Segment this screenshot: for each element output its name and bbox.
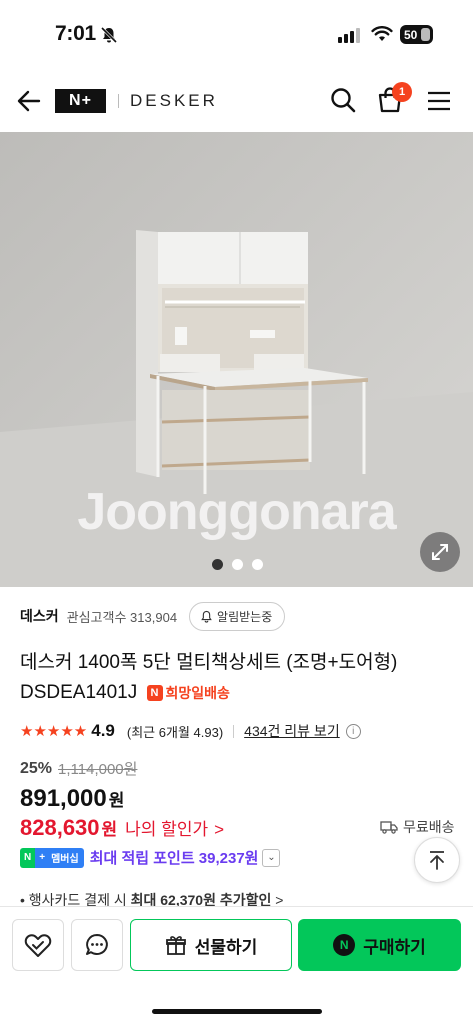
badge-n: N [20, 847, 36, 868]
delivery-tag: N 희망일배송 [146, 678, 230, 708]
rating-recent: (최근 6개월 4.93) [126, 724, 224, 740]
rating-divider [233, 724, 235, 738]
star-rating-icon: ★★★★★ [20, 723, 88, 740]
carousel-dot[interactable] [252, 559, 263, 570]
header-divider [118, 94, 119, 108]
original-price: 1,114,000원 [58, 761, 138, 778]
buy-button-label: 구매하기 [363, 937, 426, 957]
currency-unit: 원 [108, 791, 125, 810]
battery-level: 50 [404, 27, 418, 42]
carousel-dot[interactable] [232, 559, 243, 570]
app-header: N+ DESKER 1 [0, 70, 473, 132]
my-price-row[interactable]: 828,630 원 나의 할인가 > [20, 815, 224, 841]
gift-button[interactable]: 선물하기 [130, 919, 292, 971]
store-watchers: 관심고객수 313,904 [66, 609, 178, 625]
expand-image-button[interactable] [420, 532, 460, 572]
info-icon[interactable]: i [345, 723, 361, 739]
gift-icon [165, 936, 186, 955]
naver-n-icon: N [333, 934, 356, 956]
my-price-currency: 원 [101, 820, 118, 839]
price-row: 891,000 원 [20, 785, 124, 813]
points-text: 최대 적립 포인트 39,237원 [89, 850, 259, 867]
scroll-top-button[interactable] [414, 837, 460, 883]
naver-membership-badge: N + 멤버십 [20, 847, 84, 868]
n-delivery-icon: N [146, 685, 163, 701]
battery-icon: 50 [400, 25, 433, 44]
cart-count-badge: 1 [392, 82, 412, 102]
my-price-label: 나의 할인가 [125, 820, 209, 839]
bell-icon [201, 610, 212, 623]
naver-plus-logo[interactable]: N+ [55, 89, 106, 113]
bottom-action-bar: 선물하기 N 구매하기 [0, 906, 473, 1024]
search-icon[interactable] [330, 87, 356, 113]
chevron-right-icon: > [214, 820, 225, 839]
signal-icon [338, 28, 360, 43]
rating-score: 4.9 [91, 721, 115, 740]
alarm-button[interactable]: 알림받는중 [189, 601, 286, 631]
discount-row: 25% 1,114,000원 [20, 758, 137, 779]
product-image[interactable]: Joonggonara [0, 132, 473, 587]
reviews-link[interactable]: 434건 리뷰 보기 [244, 721, 340, 741]
status-time: 7:01 [55, 22, 96, 45]
bell-slash-icon [100, 26, 118, 44]
buy-button[interactable]: N 구매하기 [298, 919, 461, 971]
shipping-label: 무료배송 [403, 819, 455, 835]
arrow-up-icon [430, 851, 444, 870]
rating-row: ★★★★★ 4.9 (최근 6개월 4.93) 434건 리뷰 보기 i [20, 718, 460, 744]
chat-bubble-icon [86, 934, 108, 955]
chevron-down-icon[interactable]: ⌄ [262, 848, 281, 867]
alarm-label: 알림받는중 [217, 609, 273, 624]
discount-percent: 25% [20, 759, 53, 777]
expand-icon [432, 544, 448, 560]
store-row: 데스커 관심고객수 313,904 알림받는중 [20, 601, 460, 631]
shipping-info: 무료배송 [380, 817, 455, 837]
wifi-icon [371, 26, 393, 41]
badge-plus: + [35, 847, 50, 868]
carousel-dot-active[interactable] [212, 559, 223, 570]
product-title-block: 데스커 1400폭 5단 멀티책상세트 (조명+도어형) DSDEA1401J … [20, 648, 460, 708]
store-name[interactable]: 데스커 [20, 606, 59, 626]
chat-button[interactable] [71, 919, 123, 971]
truck-icon [380, 821, 398, 834]
carousel-dots[interactable] [212, 559, 263, 570]
gift-button-label: 선물하기 [194, 937, 258, 957]
delivery-tag-label: 희망일배송 [165, 685, 230, 701]
watermark: Joonggonara [77, 483, 396, 541]
heart-check-icon [24, 934, 52, 957]
back-arrow-icon[interactable] [16, 88, 42, 114]
sale-price: 891,000 [20, 785, 107, 812]
brand-name[interactable]: DESKER [130, 91, 218, 111]
hamburger-menu-icon[interactable] [427, 91, 451, 111]
points-row[interactable]: N + 멤버십 최대 적립 포인트 39,237원 ⌄ [20, 847, 281, 868]
home-indicator [152, 1009, 322, 1014]
badge-membership: 멤버십 [49, 847, 84, 868]
status-bar: 7:01 50 [0, 0, 473, 70]
my-price: 828,630 [20, 815, 100, 840]
wishlist-button[interactable] [12, 919, 64, 971]
